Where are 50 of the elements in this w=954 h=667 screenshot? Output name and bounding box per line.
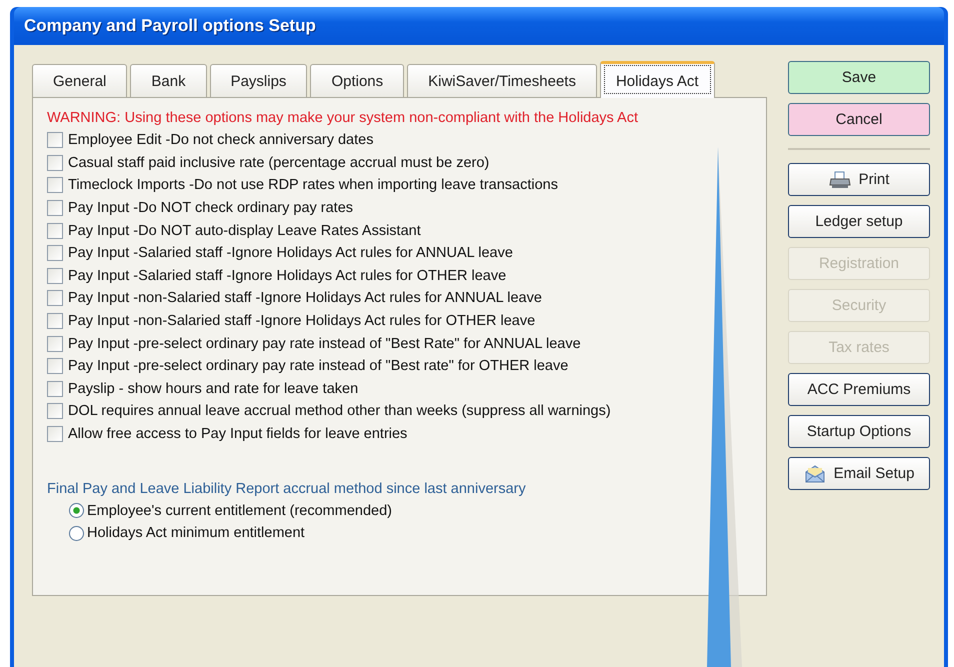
checkbox[interactable] [47,245,63,262]
checkbox-label: Employee Edit -Do not check anniversary dates [68,132,374,148]
checkbox[interactable] [47,222,63,239]
tab[interactable]: Payslips [210,64,308,97]
checkbox[interactable] [47,132,63,148]
radio-label: Employee's current entitlement (recommended) [87,502,392,519]
checkbox[interactable] [47,268,63,284]
tab[interactable]: General [32,64,128,97]
checkbox[interactable] [47,290,63,306]
checkbox-label: Allow free access to Pay Input fields for leave entries [68,426,408,442]
window-title: Company and Payroll options Setup [24,16,316,36]
checkbox-label: Pay Input -non-Salaried staff -Ignore Holidays Act rules for ANNUAL leave [68,290,542,306]
tab[interactable]: Bank [130,64,207,97]
checkbox-label: Pay Input -non-Salaried staff -Ignore Holidays Act rules for OTHER leave [68,313,536,330]
action-button[interactable]: Save [788,61,930,94]
side-button[interactable]: Ledger setup [788,205,930,238]
checkbox[interactable] [47,380,63,397]
checkbox-label: Pay Input -pre-select ordinary pay rate instead of "Best Rate" for ANNUAL leave [68,336,581,352]
warning-text: WARNING: Using these options may make your system non-compliant with the Holidays Act [47,110,639,126]
tab[interactable]: Holidays Act [600,61,715,98]
radio-button[interactable] [69,503,84,518]
checkbox-label: Pay Input -Do NOT auto-display Leave Rates Assistant [68,222,421,239]
checkbox-label: Pay Input -Salaried staff -Ignore Holidays Act rules for ANNUAL leave [68,245,513,262]
checkbox-label: Casual staff paid inclusive rate (percentage accrual must be zero) [68,154,490,171]
checkbox[interactable] [47,313,63,330]
tab[interactable]: KiwiSaver/Timesheets [407,64,597,97]
checkbox-label: Pay Input -Do NOT check ordinary pay rates [68,200,354,216]
checkbox-label: Payslip - show hours and rate for leave taken [68,380,358,397]
radio-label: Holidays Act minimum entitlement [87,525,305,542]
side-button[interactable]: Startup Options [788,415,930,448]
checkbox-label: Timeclock Imports -Do not use RDP rates when importing leave transactions [68,177,558,194]
side-button[interactable]: ACC Premiums [788,373,930,406]
checkbox[interactable] [47,358,63,374]
checkbox-label: DOL requires annual leave accrual method other than weeks (suppress all warnings) [68,403,611,420]
checkbox[interactable] [47,426,63,442]
action-button[interactable]: Cancel [788,103,930,136]
side-button[interactable]: Print [788,163,930,196]
tab[interactable]: Options [310,64,404,97]
checkbox[interactable] [47,336,63,352]
section-heading: Final Pay and Leave Liability Report accrual method since last anniversary [47,481,527,498]
checkbox[interactable] [47,154,63,171]
side-button[interactable]: Email Setup [788,457,930,490]
checkbox-label: Pay Input -Salaried staff -Ignore Holidays Act rules for OTHER leave [68,268,506,284]
radio-button[interactable] [69,526,84,541]
printer-icon [828,170,851,188]
checkbox[interactable] [47,403,63,420]
checkbox[interactable] [47,200,63,216]
checkbox[interactable] [47,177,63,194]
envelope-icon [804,464,826,482]
checkbox-label: Pay Input -pre-select ordinary pay rate instead of "Best rate" for OTHER leave [68,358,568,374]
